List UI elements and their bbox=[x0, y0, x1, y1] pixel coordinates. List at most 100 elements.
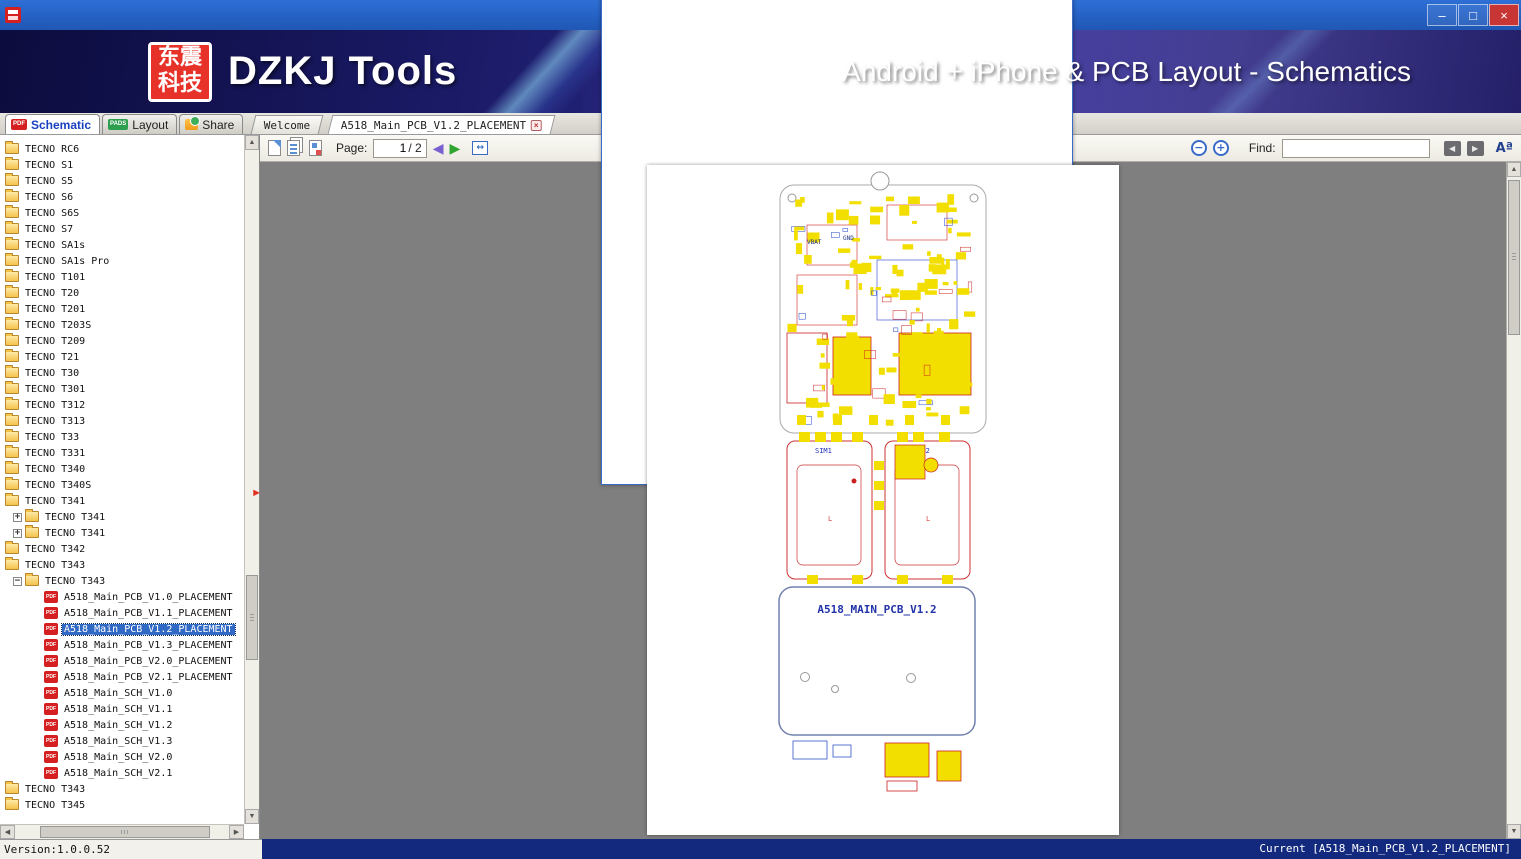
tree-item[interactable]: PDF A518_Main_PCB_V2.1_PLACEMENT bbox=[0, 669, 244, 685]
tree-item[interactable]: PDF A518_Main_PCB_V1.1_PLACEMENT bbox=[0, 605, 244, 621]
scroll-down-icon[interactable]: ▼ bbox=[1507, 824, 1521, 839]
folder-icon bbox=[5, 173, 19, 186]
tree-item[interactable]: TECNO T342 bbox=[0, 541, 244, 557]
viewer-vertical-scrollbar[interactable]: ▲ ▼ bbox=[1506, 162, 1521, 839]
tree-item[interactable]: PDF A518_Main_SCH_V1.3 bbox=[0, 733, 244, 749]
tree-item[interactable]: TECNO S6 bbox=[0, 189, 244, 205]
single-page-view-icon[interactable] bbox=[268, 140, 281, 156]
tree-item[interactable]: PDF A518_Main_SCH_V2.0 bbox=[0, 749, 244, 765]
tree-item-label: TECNO SA1s bbox=[25, 239, 86, 251]
tree-item[interactable]: + TECNO T341 bbox=[0, 525, 244, 541]
next-page-button[interactable]: ▶ bbox=[449, 141, 460, 155]
tree-item[interactable]: PDF A518_Main_PCB_V1.0_PLACEMENT bbox=[0, 589, 244, 605]
tab-schematic[interactable]: PDF Schematic bbox=[5, 114, 101, 134]
document-canvas[interactable]: VBAT GND SIM1 SIM2 bbox=[260, 162, 1506, 839]
tree-item[interactable]: PDF A518_Main_SCH_V1.1 bbox=[0, 701, 244, 717]
svg-text:L: L bbox=[926, 515, 930, 523]
continuous-view-icon[interactable] bbox=[309, 140, 322, 156]
tree-item[interactable]: TECNO SA1s bbox=[0, 237, 244, 253]
folder-icon bbox=[5, 557, 19, 570]
tree-item[interactable]: + TECNO T341 bbox=[0, 509, 244, 525]
tree-item[interactable]: TECNO T209 bbox=[0, 333, 244, 349]
scroll-down-icon[interactable]: ▼ bbox=[245, 809, 259, 824]
splitter-collapse-icon[interactable]: ► bbox=[251, 487, 262, 499]
tree-item[interactable]: TECNO T343 bbox=[0, 557, 244, 573]
doc-tab-welcome[interactable]: Welcome bbox=[250, 115, 325, 134]
pcb-drawing: VBAT GND SIM1 SIM2 bbox=[778, 171, 987, 792]
tree-item[interactable]: TECNO T343 bbox=[0, 781, 244, 797]
scroll-left-icon[interactable]: ◀ bbox=[0, 825, 15, 839]
tree-item-label: TECNO T301 bbox=[25, 383, 86, 395]
tree-item[interactable]: TECNO S6S bbox=[0, 205, 244, 221]
pdf-icon: PDF bbox=[44, 767, 58, 779]
previous-page-button[interactable]: ◀ bbox=[433, 141, 444, 155]
tree-item[interactable]: TECNO T203S bbox=[0, 317, 244, 333]
collapse-icon[interactable]: − bbox=[13, 576, 22, 586]
scrollbar-thumb[interactable] bbox=[40, 826, 210, 838]
tree-item[interactable]: TECNO RC6 bbox=[0, 141, 244, 157]
tab-layout[interactable]: PADS Layout bbox=[102, 114, 178, 134]
scroll-up-icon[interactable]: ▲ bbox=[245, 135, 259, 150]
scrollbar-thumb[interactable] bbox=[1508, 180, 1520, 335]
tree-item[interactable]: TECNO T101 bbox=[0, 269, 244, 285]
tree-item[interactable]: PDF A518_Main_PCB_V2.0_PLACEMENT bbox=[0, 653, 244, 669]
tree-item[interactable]: TECNO T340S bbox=[0, 477, 244, 493]
tree-item[interactable]: PDF A518_Main_SCH_V1.2 bbox=[0, 717, 244, 733]
expand-icon[interactable]: + bbox=[13, 528, 22, 538]
text-size-icon[interactable]: Aª bbox=[1496, 142, 1513, 155]
tree-item[interactable]: TECNO T20 bbox=[0, 285, 244, 301]
tree-item[interactable]: TECNO S1 bbox=[0, 157, 244, 173]
zoom-out-button[interactable]: − bbox=[1190, 140, 1207, 156]
close-button[interactable]: × bbox=[1489, 4, 1519, 26]
tree-item-label: A518_Main_PCB_V1.1_PLACEMENT bbox=[64, 607, 233, 619]
scroll-up-icon[interactable]: ▲ bbox=[1507, 162, 1521, 177]
folder-icon bbox=[5, 461, 19, 474]
scrollbar-grip bbox=[250, 614, 254, 623]
tree-item[interactable]: TECNO T341 bbox=[0, 493, 244, 509]
zoom-in-button[interactable]: + bbox=[1212, 140, 1229, 156]
pdf-icon: PDF bbox=[44, 607, 58, 619]
tree-item[interactable]: PDF A518_Main_SCH_V2.1 bbox=[0, 765, 244, 781]
sidebar-horizontal-scrollbar[interactable]: ◀ ▶ bbox=[0, 824, 244, 839]
tab-share[interactable]: Share bbox=[179, 114, 244, 134]
tree-item[interactable]: TECNO S7 bbox=[0, 221, 244, 237]
page-input[interactable] bbox=[378, 141, 407, 155]
facing-pages-view-icon[interactable] bbox=[287, 140, 300, 156]
maximize-button[interactable]: □ bbox=[1458, 4, 1488, 26]
tree-item[interactable]: TECNO SA1s Pro bbox=[0, 253, 244, 269]
tree-item-label: TECNO S6S bbox=[25, 207, 80, 219]
scroll-right-icon[interactable]: ▶ bbox=[229, 825, 244, 839]
doc-tab-placement[interactable]: A518_Main_PCB_V1.2_PLACEMENT × bbox=[327, 115, 556, 134]
expand-icon[interactable]: + bbox=[13, 512, 22, 522]
tree-item[interactable]: TECNO T21 bbox=[0, 349, 244, 365]
pdf-icon: PDF bbox=[11, 119, 27, 130]
tree-item[interactable]: TECNO T312 bbox=[0, 397, 244, 413]
tree-item-label: A518_Main_PCB_V2.1_PLACEMENT bbox=[64, 671, 233, 683]
tab-label: Schematic bbox=[31, 117, 92, 132]
tree-item[interactable]: TECNO S5 bbox=[0, 173, 244, 189]
tree-item[interactable]: − TECNO T343 bbox=[0, 573, 244, 589]
tree-item[interactable]: PDF A518_Main_SCH_V1.0 bbox=[0, 685, 244, 701]
tree-item[interactable]: PDF A518_Main_PCB_V1.3_PLACEMENT bbox=[0, 637, 244, 653]
scrollbar-thumb[interactable] bbox=[246, 575, 258, 660]
tree-item[interactable]: TECNO T30 bbox=[0, 365, 244, 381]
pdf-icon: PDF bbox=[44, 655, 58, 667]
tree-item[interactable]: TECNO T313 bbox=[0, 413, 244, 429]
tree-item[interactable]: TECNO T33 bbox=[0, 429, 244, 445]
tree-item[interactable]: TECNO T345 bbox=[0, 797, 244, 813]
find-input[interactable] bbox=[1281, 138, 1430, 158]
tree-item[interactable]: TECNO T331 bbox=[0, 445, 244, 461]
company-logo: 东震 科技 bbox=[148, 41, 212, 102]
close-tab-icon[interactable]: × bbox=[531, 119, 543, 131]
find-previous-icon[interactable]: ◀ bbox=[1443, 140, 1461, 156]
sidebar-vertical-scrollbar[interactable]: ▲ ▼ bbox=[244, 135, 259, 824]
doc-tab-label: Welcome bbox=[264, 118, 311, 132]
fit-width-icon[interactable]: ↔ bbox=[472, 141, 489, 155]
find-next-icon[interactable]: ▶ bbox=[1466, 140, 1484, 156]
minimize-button[interactable]: – bbox=[1427, 4, 1457, 26]
tree-item[interactable]: TECNO T301 bbox=[0, 381, 244, 397]
tree-item[interactable]: TECNO T201 bbox=[0, 301, 244, 317]
tree-item[interactable]: PDF A518_Main_PCB_V1.2_PLACEMENT bbox=[0, 621, 244, 637]
tree-item[interactable]: TECNO T340 bbox=[0, 461, 244, 477]
tree-item-label: A518_Main_SCH_V2.1 bbox=[64, 767, 173, 779]
